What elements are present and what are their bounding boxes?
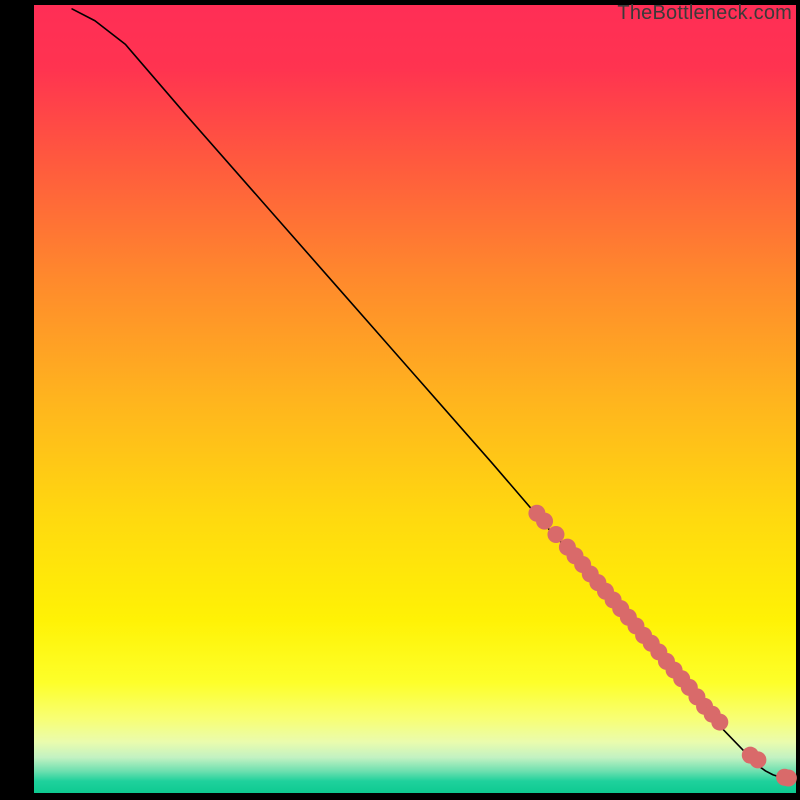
scatter-point [780, 770, 797, 787]
chart-svg [0, 0, 800, 800]
scatter-point [547, 526, 564, 543]
scatter-point [536, 513, 553, 530]
scatter-point [749, 751, 766, 768]
chart-container: TheBottleneck.com [0, 0, 800, 800]
scatter-point [711, 714, 728, 731]
